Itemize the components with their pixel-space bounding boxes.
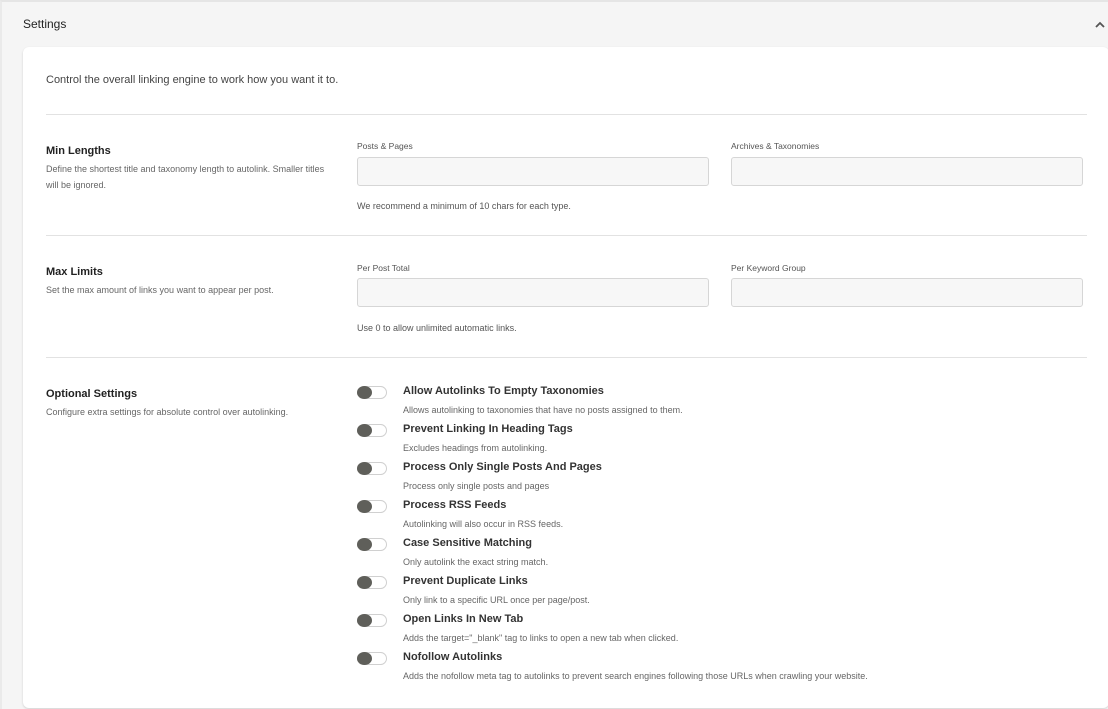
min-lengths-help: We recommend a minimum of 10 chars for e… xyxy=(357,201,571,211)
toggle-knob xyxy=(357,462,372,475)
per-keyword-group-input[interactable] xyxy=(731,278,1083,307)
archives-taxonomies-label: Archives & Taxonomies xyxy=(731,141,820,151)
toggle-row-heading-tags: Prevent Linking In Heading Tags Excludes… xyxy=(357,423,1097,461)
toggle-switch[interactable] xyxy=(357,576,387,589)
chevron-up-icon[interactable] xyxy=(1092,16,1108,32)
toggle-description: Adds the nofollow meta tag to autolinks … xyxy=(403,671,868,681)
toggle-switch[interactable] xyxy=(357,424,387,437)
max-limits-title: Max Limits xyxy=(46,266,103,278)
optional-settings-title: Optional Settings xyxy=(46,388,138,400)
posts-pages-min-length-input[interactable] xyxy=(357,157,709,186)
toggle-description: Only link to a specific URL once per pag… xyxy=(403,595,590,605)
toggle-knob xyxy=(357,386,372,399)
toggle-row-rss-feeds: Process RSS Feeds Autolinking will also … xyxy=(357,499,1097,537)
toggle-description: Adds the target="_blank" tag to links to… xyxy=(403,633,679,643)
toggle-label[interactable]: Nofollow Autolinks xyxy=(403,651,502,663)
min-lengths-title: Min Lengths xyxy=(46,145,111,157)
toggle-knob xyxy=(357,538,372,551)
toggle-description: Allows autolinking to taxonomies that ha… xyxy=(403,405,683,415)
posts-pages-label: Posts & Pages xyxy=(357,141,413,151)
toggle-knob xyxy=(357,424,372,437)
toggle-label[interactable]: Allow Autolinks To Empty Taxonomies xyxy=(403,385,604,397)
min-lengths-description: Define the shortest title and taxonomy l… xyxy=(46,164,325,190)
toggle-description: Autolinking will also occur in RSS feeds… xyxy=(403,519,564,529)
per-keyword-group-label: Per Keyword Group xyxy=(731,263,806,273)
toggle-switch[interactable] xyxy=(357,614,387,627)
divider xyxy=(46,114,1087,115)
divider xyxy=(46,357,1087,358)
divider xyxy=(46,235,1087,236)
toggle-switch[interactable] xyxy=(357,538,387,551)
per-post-total-input[interactable] xyxy=(357,278,709,307)
max-limits-info: Max Limits Set the max amount of links y… xyxy=(46,266,331,298)
toggle-description: Only autolink the exact string match. xyxy=(403,557,549,567)
toggle-row-empty-taxonomies: Allow Autolinks To Empty Taxonomies Allo… xyxy=(357,385,1097,423)
max-limits-help: Use 0 to allow unlimited automatic links… xyxy=(357,323,517,333)
toggle-label[interactable]: Process RSS Feeds xyxy=(403,499,506,511)
toggle-switch[interactable] xyxy=(357,500,387,513)
toggle-switch[interactable] xyxy=(357,386,387,399)
toggle-row-single-posts: Process Only Single Posts And Pages Proc… xyxy=(357,461,1097,499)
toggle-knob xyxy=(357,500,372,513)
min-lengths-info: Min Lengths Define the shortest title an… xyxy=(46,145,331,193)
toggle-label[interactable]: Prevent Linking In Heading Tags xyxy=(403,423,573,435)
toggle-label[interactable]: Process Only Single Posts And Pages xyxy=(403,461,602,473)
toggle-knob xyxy=(357,576,372,589)
archives-taxonomies-min-length-input[interactable] xyxy=(731,157,1083,186)
settings-card: Control the overall linking engine to wo… xyxy=(23,47,1108,708)
toggle-label[interactable]: Case Sensitive Matching xyxy=(403,537,532,549)
section-title: Settings xyxy=(23,17,67,31)
toggle-row-new-tab: Open Links In New Tab Adds the target="_… xyxy=(357,613,1097,651)
toggle-knob xyxy=(357,614,372,627)
section-header[interactable]: Settings xyxy=(2,2,1108,46)
toggle-row-nofollow: Nofollow Autolinks Adds the nofollow met… xyxy=(357,651,1097,689)
toggle-switch[interactable] xyxy=(357,462,387,475)
max-limits-description: Set the max amount of links you want to … xyxy=(46,285,274,295)
toggle-description: Excludes headings from autolinking. xyxy=(403,443,548,453)
toggle-switch[interactable] xyxy=(357,652,387,665)
toggle-label[interactable]: Prevent Duplicate Links xyxy=(403,575,528,587)
toggle-row-duplicate-links: Prevent Duplicate Links Only link to a s… xyxy=(357,575,1097,613)
optional-settings-description: Configure extra settings for absolute co… xyxy=(46,407,289,417)
toggle-knob xyxy=(357,652,372,665)
optional-settings-info: Optional Settings Configure extra settin… xyxy=(46,388,331,420)
toggle-row-case-sensitive: Case Sensitive Matching Only autolink th… xyxy=(357,537,1097,575)
settings-panel: Settings Control the overall linking eng… xyxy=(0,0,1108,709)
per-post-total-label: Per Post Total xyxy=(357,263,410,273)
toggle-label[interactable]: Open Links In New Tab xyxy=(403,613,523,625)
toggle-description: Process only single posts and pages xyxy=(403,481,550,491)
intro-text: Control the overall linking engine to wo… xyxy=(46,74,339,86)
